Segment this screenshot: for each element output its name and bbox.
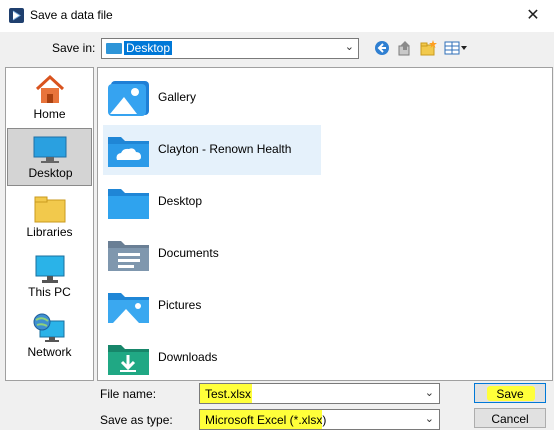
desktop-icon	[33, 136, 67, 163]
save-as-type-label: Save as type:	[100, 413, 173, 427]
list-item[interactable]: Documents	[103, 229, 321, 279]
list-item[interactable]: Gallery	[103, 73, 321, 123]
downloads-folder-icon	[108, 345, 149, 375]
desktop-folder-icon	[108, 189, 149, 219]
place-libraries[interactable]: Libraries	[7, 188, 92, 246]
place-network[interactable]: Network	[7, 308, 92, 366]
list-item[interactable]: Downloads	[103, 333, 321, 380]
this-pc-icon	[35, 255, 65, 283]
new-folder-icon[interactable]	[419, 39, 437, 57]
file-list: Gallery Clayton - Renown Health Desktop …	[97, 67, 553, 381]
back-icon[interactable]	[373, 39, 391, 57]
file-name-value: Test.xlsx	[205, 387, 252, 401]
save-as-type-dropdown[interactable]: Microsoft Excel (*.xlsx) ⌄	[199, 409, 440, 430]
place-label: This PC	[28, 285, 71, 299]
place-label: Desktop	[28, 166, 73, 180]
chevron-down-icon: ⌄	[424, 413, 434, 425]
place-label: Network	[27, 345, 72, 359]
save-button[interactable]: Save	[474, 383, 546, 403]
pictures-folder-icon	[108, 293, 149, 323]
up-folder-icon[interactable]	[396, 39, 414, 57]
cancel-button-label: Cancel	[491, 412, 529, 426]
file-name-input[interactable]: Test.xlsx ⌄	[199, 383, 440, 404]
title-bar: Save a data file ✕	[0, 0, 554, 32]
cancel-button[interactable]: Cancel	[474, 408, 546, 428]
view-menu-icon[interactable]	[443, 39, 469, 57]
save-in-label: Save in:	[52, 41, 96, 55]
chevron-down-icon[interactable]: ⌄	[425, 386, 434, 399]
file-name-label: File name:	[100, 387, 157, 401]
place-this-pc[interactable]: This PC	[7, 248, 92, 306]
window-title: Save a data file	[30, 8, 113, 22]
place-label: Libraries	[26, 225, 73, 239]
place-desktop[interactable]: Desktop	[7, 128, 92, 186]
save-as-type-value: Microsoft Excel (*.xlsx)	[205, 413, 327, 427]
chevron-down-icon: ⌄	[344, 41, 354, 53]
list-item[interactable]: Pictures	[103, 281, 321, 331]
places-bar: Home Desktop Libraries This PC Network	[5, 67, 94, 381]
libraries-icon	[34, 196, 66, 223]
save-button-label: Save	[496, 387, 524, 401]
onedrive-folder-icon	[108, 137, 149, 167]
network-icon	[33, 313, 65, 342]
app-icon	[9, 8, 24, 23]
folder-icon	[106, 43, 122, 54]
list-item[interactable]: Clayton - Renown Health	[103, 125, 321, 175]
documents-folder-icon	[108, 241, 149, 271]
place-home[interactable]: Home	[7, 70, 92, 128]
save-in-value: Desktop	[124, 41, 173, 55]
gallery-icon	[108, 81, 149, 116]
close-button[interactable]: ✕	[520, 4, 546, 28]
home-icon	[35, 74, 65, 103]
list-item[interactable]: Desktop	[103, 177, 321, 227]
place-label: Home	[33, 107, 66, 121]
save-in-dropdown[interactable]: Desktop ⌄	[101, 38, 359, 59]
